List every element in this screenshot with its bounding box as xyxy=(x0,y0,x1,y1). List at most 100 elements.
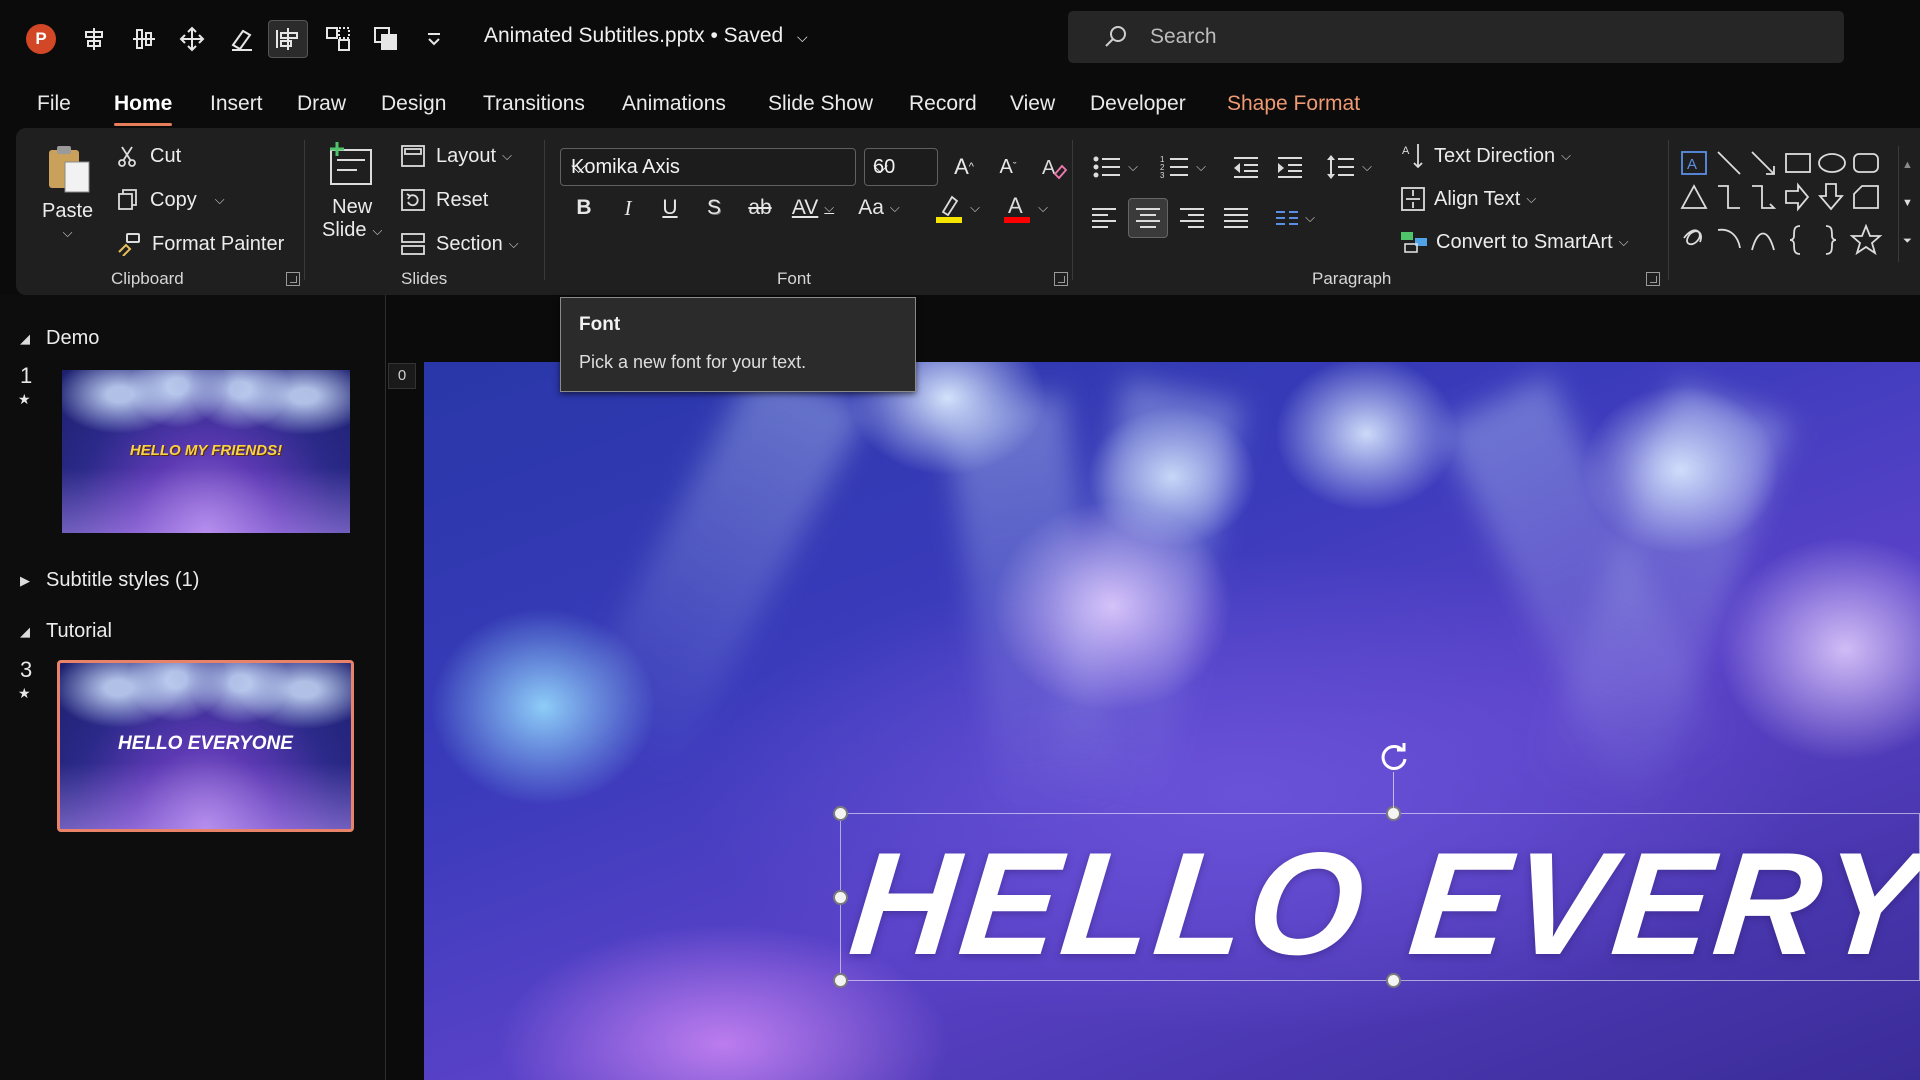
triangle-shape-icon[interactable] xyxy=(1680,184,1708,209)
columns-button[interactable]: ⌵ xyxy=(1270,200,1320,236)
new-slide-button[interactable]: New Slide ⌵ xyxy=(322,140,382,242)
clipboard-dialog-launcher[interactable] xyxy=(286,272,300,286)
group-objects-icon[interactable] xyxy=(318,20,358,58)
font-name-combobox[interactable]: Komika Axis ⌵ xyxy=(560,148,856,186)
arrange-icon[interactable] xyxy=(366,20,406,58)
increase-indent-icon[interactable] xyxy=(1272,148,1308,186)
chevron-down-icon[interactable]: ⌵ xyxy=(215,192,225,208)
right-arrow-shape-icon[interactable] xyxy=(1785,182,1810,212)
tab-shape-format[interactable]: Shape Format xyxy=(1227,92,1360,116)
font-dialog-launcher[interactable] xyxy=(1054,272,1068,286)
font-size-combobox[interactable]: 60 ⌵ xyxy=(864,148,938,186)
freeform-shape-icon[interactable] xyxy=(1853,185,1879,209)
resize-handle-top-left[interactable] xyxy=(833,806,848,821)
section-demo[interactable]: ◢ Demo xyxy=(20,327,99,350)
slide-thumbnail-3[interactable]: HELLO EVERYONE xyxy=(57,660,354,832)
align-center-icon[interactable] xyxy=(1128,198,1168,238)
align-center-icon[interactable] xyxy=(74,20,114,58)
line-spacing-button[interactable]: ⌵ xyxy=(1322,148,1376,186)
chevron-down-icon[interactable]: ⌵ xyxy=(571,156,849,179)
paste-button[interactable]: Paste ⌵ xyxy=(42,142,93,241)
italic-button[interactable]: I xyxy=(612,190,644,226)
tab-draw[interactable]: Draw xyxy=(297,92,346,116)
text-box-shape-icon[interactable]: A xyxy=(1681,151,1707,175)
collapse-caret-icon[interactable]: ◢ xyxy=(20,624,34,640)
rotate-handle-icon[interactable] xyxy=(1377,740,1411,774)
align-text-button[interactable]: Align Text ⌵ xyxy=(1400,186,1536,212)
down-arrow-shape-icon[interactable] xyxy=(1818,183,1844,211)
collapse-caret-icon[interactable]: ◢ xyxy=(20,331,34,347)
arc-shape-icon[interactable] xyxy=(1717,228,1741,249)
reset-button[interactable]: Reset xyxy=(400,188,488,212)
tab-transitions[interactable]: Transitions xyxy=(483,92,585,116)
resize-handle-bottom-left[interactable] xyxy=(833,973,848,988)
chevron-down-icon[interactable]: ⌵ xyxy=(873,156,931,179)
bullets-button[interactable]: ⌵ xyxy=(1088,148,1142,186)
tab-file[interactable]: File xyxy=(37,92,71,116)
resize-handle-middle-left[interactable] xyxy=(833,890,848,905)
section-tutorial[interactable]: ◢ Tutorial xyxy=(20,620,112,643)
oval-shape-icon[interactable] xyxy=(1818,153,1846,173)
paragraph-dialog-launcher[interactable] xyxy=(1646,272,1660,286)
tab-insert[interactable]: Insert xyxy=(210,92,263,116)
change-case-button[interactable]: Aa ⌵ xyxy=(852,190,906,226)
document-title[interactable]: Animated Subtitles.pptx • Saved ⌵ xyxy=(484,24,808,48)
tab-slide-show[interactable]: Slide Show xyxy=(768,92,873,116)
slide-thumbnail-1[interactable]: HELLO MY FRIENDS! xyxy=(62,370,350,533)
search-box[interactable]: Search xyxy=(1068,11,1844,63)
align-right-icon[interactable] xyxy=(1174,200,1210,236)
underline-button[interactable]: U xyxy=(654,190,686,226)
right-brace-shape-icon[interactable] xyxy=(1825,225,1837,255)
character-spacing-button[interactable]: AV ⌵ xyxy=(788,190,838,226)
move-icon[interactable] xyxy=(172,20,212,58)
tab-developer[interactable]: Developer xyxy=(1090,92,1186,116)
star-shape-icon[interactable] xyxy=(1849,223,1883,256)
scroll-down-icon[interactable]: ▼ xyxy=(1899,184,1916,222)
section-subtitle-styles[interactable]: ▶ Subtitle styles (1) xyxy=(20,569,199,592)
justify-icon[interactable] xyxy=(1218,200,1254,236)
copy-button[interactable]: Copy ⌵ xyxy=(116,188,225,212)
resize-handle-bottom-center[interactable] xyxy=(1386,973,1401,988)
strikethrough-button[interactable]: ab xyxy=(740,190,780,226)
edit-shape-icon[interactable] xyxy=(222,20,262,58)
bold-button[interactable]: B xyxy=(568,190,600,226)
scroll-up-icon[interactable]: ▲ xyxy=(1899,146,1916,184)
align-selected-icon[interactable] xyxy=(268,20,308,58)
align-left-icon[interactable] xyxy=(1086,200,1122,236)
distribute-icon[interactable] xyxy=(124,20,164,58)
text-shadow-button[interactable]: S xyxy=(698,190,730,226)
resize-handle-top-center[interactable] xyxy=(1386,806,1401,821)
convert-smartart-button[interactable]: Convert to SmartArt ⌵ xyxy=(1400,230,1629,254)
tab-design[interactable]: Design xyxy=(381,92,446,116)
format-painter-button[interactable]: Format Painter xyxy=(116,232,284,256)
layout-button[interactable]: Layout ⌵ xyxy=(400,144,512,168)
arrow-line-shape-icon[interactable] xyxy=(1751,151,1775,175)
elbow-arrow-shape-icon[interactable] xyxy=(1752,185,1777,209)
highlight-color-button[interactable]: ⌵ xyxy=(932,190,982,226)
cut-button[interactable]: Cut xyxy=(116,144,181,168)
shrink-font-icon[interactable]: Aˇ xyxy=(988,148,1028,186)
section-button[interactable]: Section ⌵ xyxy=(400,232,519,256)
grow-font-icon[interactable]: A ^ xyxy=(944,148,984,186)
clear-formatting-icon[interactable]: A xyxy=(1034,148,1074,186)
tab-record[interactable]: Record xyxy=(909,92,977,116)
rounded-rectangle-shape-icon[interactable] xyxy=(1853,153,1879,173)
text-direction-button[interactable]: A Text Direction ⌵ xyxy=(1400,142,1571,170)
numbering-button[interactable]: 123 ⌵ xyxy=(1156,148,1210,186)
decrease-indent-icon[interactable] xyxy=(1228,148,1264,186)
gallery-scroll[interactable]: ▲ ▼ ⏷ xyxy=(1898,146,1916,262)
expand-caret-icon[interactable]: ▶ xyxy=(20,573,34,589)
tab-view[interactable]: View xyxy=(1010,92,1055,116)
rectangle-shape-icon[interactable] xyxy=(1785,153,1811,173)
tab-home[interactable]: Home xyxy=(114,92,173,126)
line-shape-icon[interactable] xyxy=(1717,151,1741,175)
slide-headline-text[interactable]: HELLO EVERYONE xyxy=(843,820,1920,988)
customize-qat-icon[interactable] xyxy=(414,20,454,58)
left-brace-shape-icon[interactable] xyxy=(1789,225,1801,255)
curve-shape-icon[interactable] xyxy=(1751,232,1775,251)
scribble-shape-icon[interactable] xyxy=(1683,229,1702,246)
tab-animations[interactable]: Animations xyxy=(622,92,726,116)
elbow-connector-shape-icon[interactable] xyxy=(1718,185,1740,209)
gallery-more-icon[interactable]: ⏷ xyxy=(1899,222,1916,260)
font-color-button[interactable]: A ⌵ xyxy=(1000,190,1050,226)
